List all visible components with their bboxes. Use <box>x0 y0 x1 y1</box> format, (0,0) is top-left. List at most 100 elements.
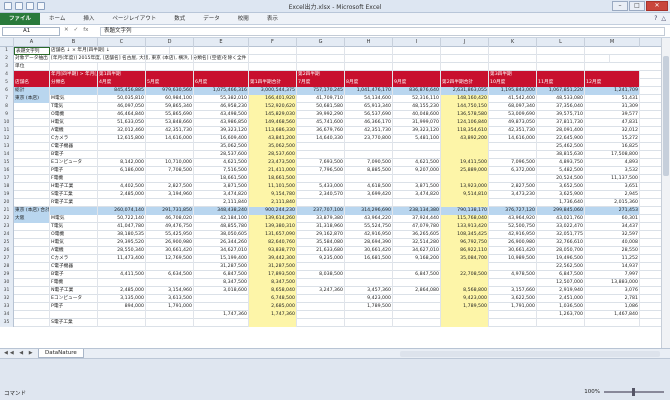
cell-c23[interactable]: 41,047,780 <box>98 223 146 231</box>
cell-c3[interactable] <box>98 63 146 71</box>
cell-j8[interactable]: 144,750,150 <box>441 103 489 111</box>
cell-k9[interactable]: 53,009,690 <box>489 111 537 119</box>
cell-e8[interactable]: 46,958,230 <box>194 103 249 111</box>
cell-g22[interactable]: 33,879,380 <box>297 215 345 223</box>
cell-l27[interactable]: 19,496,500 <box>537 255 585 263</box>
cell-f11[interactable]: 113,686,330 <box>249 127 297 135</box>
cell-j4[interactable] <box>441 71 489 79</box>
cell-f21[interactable]: 900,244,230 <box>249 207 297 215</box>
cell-d25[interactable]: 26,900,980 <box>146 239 194 247</box>
cell-j23[interactable]: 133,913,420 <box>441 223 489 231</box>
cell-g25[interactable]: 35,584,080 <box>297 239 345 247</box>
cell-a20[interactable] <box>14 199 50 207</box>
row-header[interactable]: 20 <box>0 199 14 207</box>
cell-b21[interactable] <box>50 207 98 215</box>
row-header[interactable]: 28 <box>0 263 14 271</box>
cell-j11[interactable]: 118,354,610 <box>441 127 489 135</box>
cell-l22[interactable]: 43,021,760 <box>537 215 585 223</box>
cell-a14[interactable] <box>14 151 50 159</box>
cell-f13[interactable]: 35,062,500 <box>249 143 297 151</box>
cell-g31[interactable]: 3,247,360 <box>297 287 345 295</box>
cell-c13[interactable] <box>98 143 146 151</box>
column-header-k[interactable]: K <box>489 38 537 47</box>
horizontal-scrollbar[interactable] <box>400 351 660 357</box>
cell-m15[interactable]: 4,893 <box>585 159 640 167</box>
cell-h14[interactable] <box>345 151 393 159</box>
cell-h4[interactable] <box>345 71 393 79</box>
cell-d22[interactable]: 46,708,020 <box>146 215 194 223</box>
cell-c6[interactable]: 845,456,885 <box>98 87 146 95</box>
cell-k10[interactable]: 49,873,050 <box>489 119 537 127</box>
cell-c5[interactable]: 4月度 <box>98 79 146 87</box>
cell-l33[interactable]: 1,036,500 <box>537 303 585 311</box>
cell-e27[interactable]: 15,199,400 <box>194 255 249 263</box>
row-header[interactable]: 14 <box>0 151 14 159</box>
cell-a18[interactable] <box>14 183 50 191</box>
cell-a24[interactable] <box>14 231 50 239</box>
cell-m12[interactable]: 15,272 <box>585 135 640 143</box>
cell-k35[interactable] <box>489 319 537 327</box>
row-header[interactable]: 30 <box>0 279 14 287</box>
cell-k33[interactable]: 1,791,000 <box>489 303 537 311</box>
column-header-m[interactable]: M <box>585 38 640 47</box>
cell-b10[interactable]: H電気 <box>50 119 98 127</box>
cell-a29[interactable] <box>14 271 50 279</box>
zoom-control[interactable]: 100% <box>584 388 664 396</box>
cell-d24[interactable]: 55,425,950 <box>146 231 194 239</box>
cell-k22[interactable]: 43,964,920 <box>489 215 537 223</box>
cell-d26[interactable]: 30,661,420 <box>146 247 194 255</box>
cell-k32[interactable]: 3,622,500 <box>489 295 537 303</box>
cell-d9[interactable]: 55,865,690 <box>146 111 194 119</box>
cell-h9[interactable]: 56,537,690 <box>345 111 393 119</box>
cell-l17[interactable]: 20,524,500 <box>537 175 585 183</box>
cell-a30[interactable] <box>14 279 50 287</box>
cell-c25[interactable]: 29,395,520 <box>98 239 146 247</box>
cell-f20[interactable]: 2,111,840 <box>249 199 297 207</box>
cell-i24[interactable]: 36,265,605 <box>393 231 441 239</box>
cell-l34[interactable]: 1,263,700 <box>537 311 585 319</box>
cell-m19[interactable]: 2,945 <box>585 191 640 199</box>
cell-k3[interactable] <box>489 63 537 71</box>
cell-f19[interactable]: 9,154,780 <box>249 191 297 199</box>
column-header-e[interactable]: E <box>194 38 249 47</box>
cell-e35[interactable] <box>194 319 249 327</box>
cell-c31[interactable]: 2,485,000 <box>98 287 146 295</box>
cell-g20[interactable] <box>297 199 345 207</box>
cell-a31[interactable] <box>14 287 50 295</box>
row-header[interactable]: 15 <box>0 159 14 167</box>
name-box[interactable]: A1 <box>2 27 60 36</box>
cell-b33[interactable]: P電子 <box>50 303 98 311</box>
cell-f32[interactable]: 6,748,500 <box>249 295 297 303</box>
cell-a1[interactable]: 表題文字列 <box>14 47 50 55</box>
cell-h1[interactable] <box>345 47 393 55</box>
cell-k11[interactable]: 42,351,730 <box>489 127 537 135</box>
cell-h12[interactable]: 23,770,800 <box>345 135 393 143</box>
cell-i7[interactable]: 52,316,110 <box>393 95 441 103</box>
cell-e31[interactable]: 3,018,600 <box>194 287 249 295</box>
cell-l28[interactable]: 22,562,500 <box>537 263 585 271</box>
cell-h29[interactable] <box>345 271 393 279</box>
cell-g35[interactable] <box>297 319 345 327</box>
fx-icon[interactable]: fx <box>83 27 88 33</box>
cell-e20[interactable]: 2,111,840 <box>194 199 249 207</box>
cell-c17[interactable] <box>98 175 146 183</box>
cell-e14[interactable]: 28,537,600 <box>194 151 249 159</box>
cell-e26[interactable]: 34,627,010 <box>194 247 249 255</box>
cell-l19[interactable]: 3,625,900 <box>537 191 585 199</box>
cell-b3[interactable] <box>50 63 98 71</box>
cell-d35[interactable] <box>146 319 194 327</box>
cell-j34[interactable] <box>441 311 489 319</box>
column-header-d[interactable]: D <box>146 38 194 47</box>
row-header[interactable]: 21 <box>0 207 14 215</box>
cell-f33[interactable]: 2,685,000 <box>249 303 297 311</box>
cell-b30[interactable]: F電機 <box>50 279 98 287</box>
cell-b5[interactable]: 分類名 <box>50 79 98 87</box>
cell-c15[interactable]: 8,142,000 <box>98 159 146 167</box>
cell-b35[interactable]: S電子工業 <box>50 319 98 327</box>
cell-j30[interactable] <box>441 279 489 287</box>
cell-d29[interactable]: 6,634,500 <box>146 271 194 279</box>
cell-k28[interactable] <box>489 263 537 271</box>
cell-i15[interactable]: 4,621,500 <box>393 159 441 167</box>
cell-j35[interactable] <box>441 319 489 327</box>
cell-h18[interactable]: 4,618,500 <box>345 183 393 191</box>
